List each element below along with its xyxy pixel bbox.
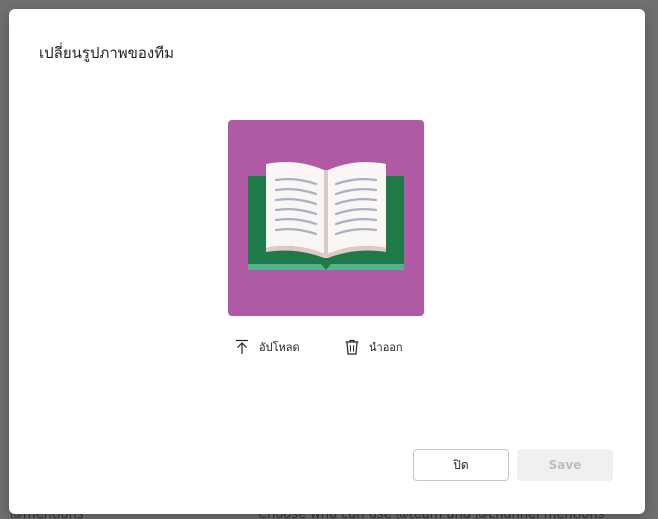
book-icon xyxy=(248,162,404,270)
trash-icon xyxy=(343,338,361,356)
upload-button[interactable]: อัปโหลด xyxy=(233,338,300,356)
close-button[interactable]: ปิด xyxy=(413,449,509,481)
dialog-title: เปลี่ยนรูปภาพของทีม xyxy=(39,44,175,62)
change-team-picture-dialog: เปลี่ยนรูปภาพของทีม อัปโหลด นำออก ปิด Sa… xyxy=(9,9,645,514)
remove-label: นำออก xyxy=(369,341,403,354)
upload-label: อัปโหลด xyxy=(259,341,300,354)
upload-icon xyxy=(233,338,251,356)
team-picture-preview xyxy=(228,120,424,316)
save-button[interactable]: Save xyxy=(517,449,613,481)
remove-button[interactable]: นำออก xyxy=(343,338,403,356)
